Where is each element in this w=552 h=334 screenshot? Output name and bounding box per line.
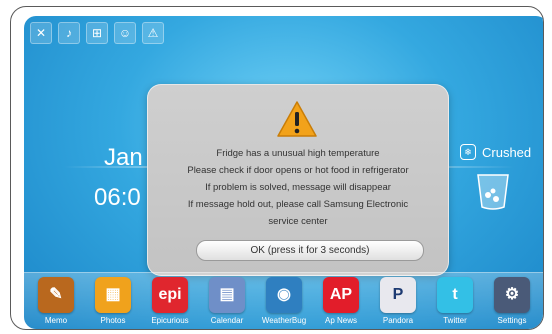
alert-dialog: Fridge has a unusual high temperature Pl… [147, 84, 449, 276]
alert-line: Please check if door opens or hot food i… [187, 165, 409, 176]
fridge-screen: ✕ ♪ ⊞ ☺ ⚠ Jan 06:0 ❄ Crushed Fridge has … [24, 16, 543, 329]
people-icon[interactable]: ☺ [114, 22, 136, 44]
alert-icon[interactable]: ⚠ [142, 22, 164, 44]
alert-line: service center [268, 216, 328, 227]
app-memo[interactable]: ✎ Memo [27, 277, 85, 325]
app-label: Photos [100, 316, 126, 325]
alert-line: If problem is solved, message will disap… [205, 182, 391, 193]
app-label: Pandora [382, 316, 414, 325]
app-pandora[interactable]: P Pandora [369, 277, 427, 325]
settings-icon: ⚙ [494, 277, 530, 313]
pandora-icon: P [380, 277, 416, 313]
app-label: Calendar [210, 316, 244, 325]
app-settings[interactable]: ⚙ Settings [483, 277, 541, 325]
app-weatherbug[interactable]: ◉ WeatherBug [255, 277, 313, 325]
app-photos[interactable]: ▦ Photos [84, 277, 142, 325]
ok-button[interactable]: OK (press it for 3 seconds) [196, 240, 424, 261]
app-calendar[interactable]: ▤ Calendar [198, 277, 256, 325]
app-label: Epicurious [151, 316, 189, 325]
alert-message: Fridge has a unusual high temperature Pl… [148, 145, 448, 230]
app-apnews[interactable]: AP Ap News [312, 277, 370, 325]
ice-mode[interactable]: ❄ Crushed [460, 144, 531, 160]
date-text: Jan [104, 144, 143, 171]
mute-icon[interactable]: ✕ [30, 22, 52, 44]
app-label: Ap News [324, 316, 357, 325]
app-epicurious[interactable]: epi Epicurious [141, 277, 199, 325]
weatherbug-icon: ◉ [266, 277, 302, 313]
twitter-icon: t [437, 277, 473, 313]
network-icon[interactable]: ⊞ [86, 22, 108, 44]
calendar-icon: ▤ [209, 277, 245, 313]
app-label: Memo [44, 316, 68, 325]
apnews-icon: AP [323, 277, 359, 313]
app-label: WeatherBug [261, 316, 307, 325]
memo-icon: ✎ [38, 277, 74, 313]
status-bar: ✕ ♪ ⊞ ☺ ⚠ [30, 22, 164, 44]
alert-line: Fridge has a unusual high temperature [216, 148, 380, 159]
device-frame: ✕ ♪ ⊞ ☺ ⚠ Jan 06:0 ❄ Crushed Fridge has … [10, 6, 544, 330]
cup-icon [477, 174, 509, 210]
app-dock: ✎ Memo ▦ Photos epi Epicurious ▤ Calenda… [24, 272, 543, 329]
time-text: 06:0 [94, 184, 141, 211]
photos-icon: ▦ [95, 277, 131, 313]
app-label: Twitter [443, 316, 467, 325]
ice-icon: ❄ [460, 144, 476, 160]
warning-icon [277, 101, 317, 137]
app-twitter[interactable]: t Twitter [426, 277, 484, 325]
epicurious-icon: epi [152, 277, 188, 313]
alert-line: If message hold out, please call Samsung… [187, 199, 409, 210]
ice-mode-label: Crushed [482, 144, 532, 160]
speaker-icon[interactable]: ♪ [58, 22, 80, 44]
app-label: Settings [497, 316, 527, 325]
